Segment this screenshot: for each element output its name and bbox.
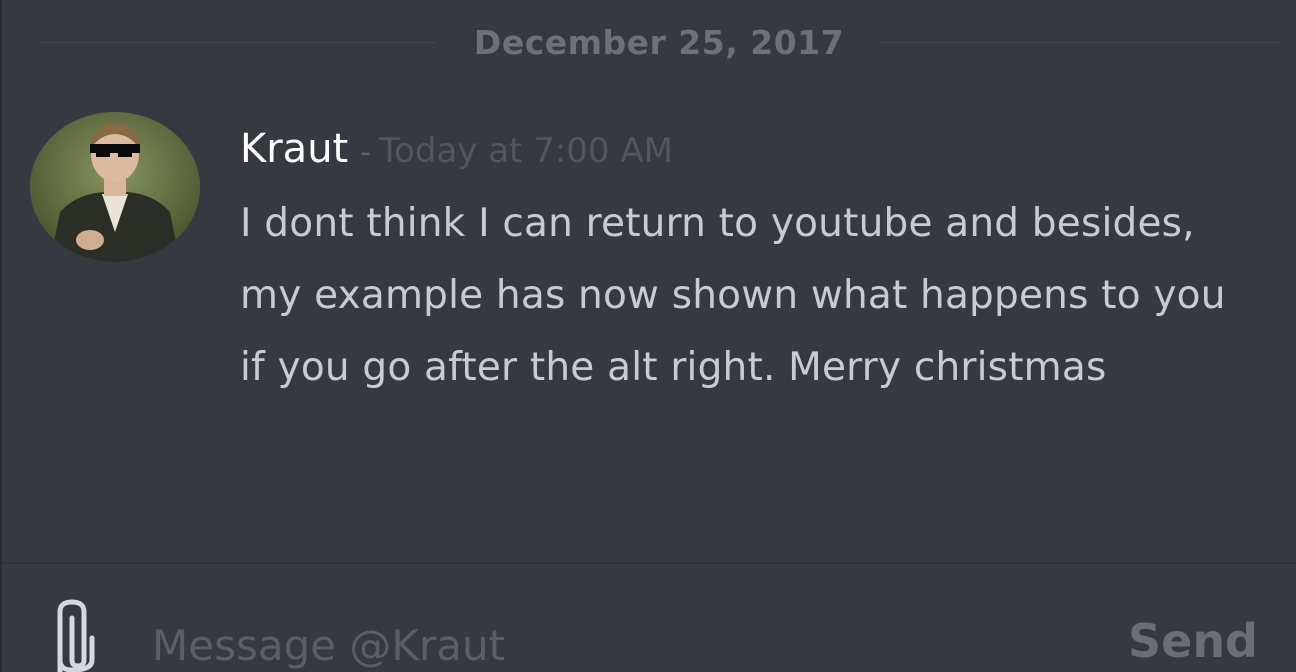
message-input[interactable]	[152, 610, 1052, 672]
message-header: Kraut - Today at 7:00 AM	[240, 126, 1260, 172]
divider-line-left	[40, 41, 436, 43]
send-button[interactable]: Send	[1128, 614, 1258, 668]
username[interactable]: Kraut	[240, 126, 348, 172]
message-body: Kraut - Today at 7:00 AM I dont think I …	[240, 126, 1260, 404]
divider-line-right	[882, 41, 1279, 43]
chat-window: December 25, 2017 Kraut - Today at 7:00 …	[0, 0, 1296, 672]
header-separator: -	[360, 135, 372, 170]
date-divider: December 25, 2017	[40, 20, 1279, 64]
message-text: I dont think I can return to youtube and…	[240, 201, 1226, 390]
date-divider-text: December 25, 2017	[473, 22, 845, 62]
message-timestamp: Today at 7:00 AM	[379, 131, 673, 171]
avatar[interactable]	[30, 112, 200, 262]
paperclip-icon[interactable]	[46, 598, 106, 672]
avatar-portrait-image	[30, 112, 200, 262]
message-composer: Send	[2, 564, 1296, 672]
